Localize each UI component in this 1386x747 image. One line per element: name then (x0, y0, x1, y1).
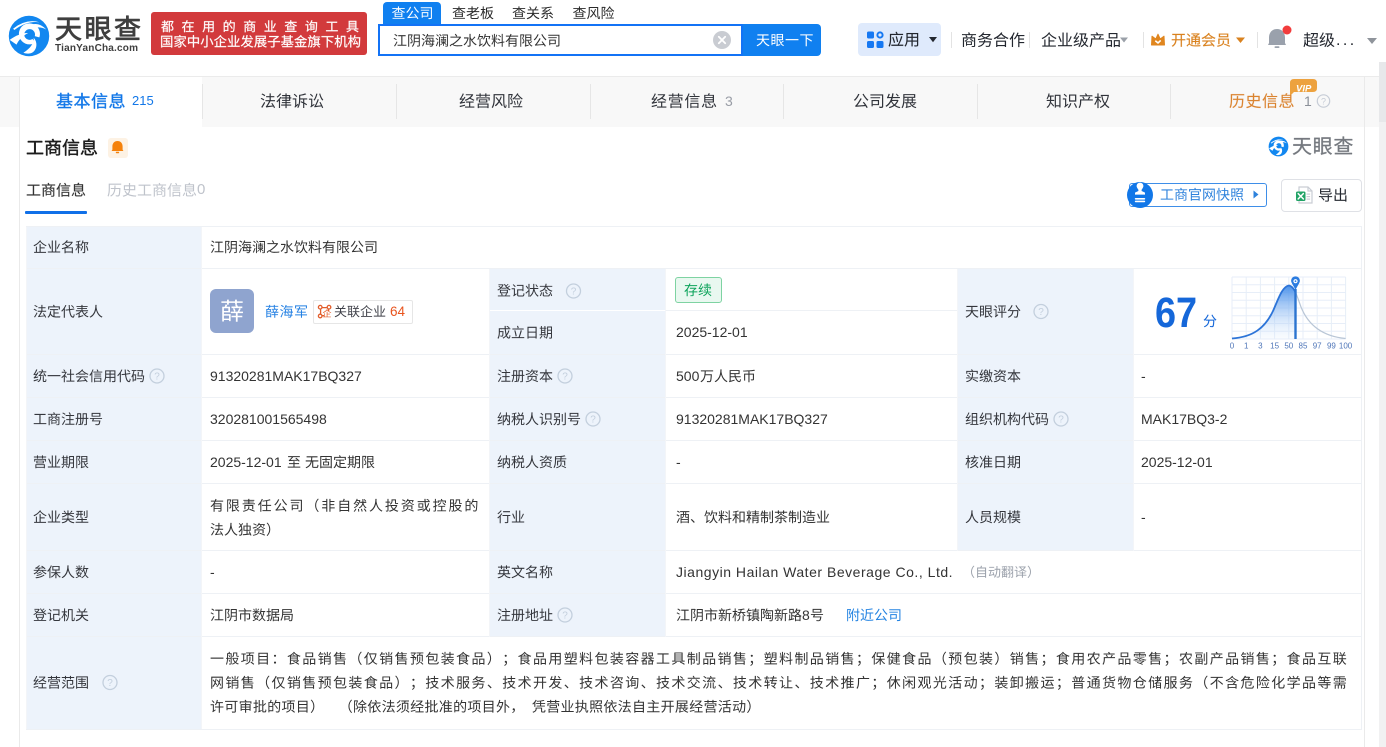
svg-text:97: 97 (1313, 342, 1322, 351)
svg-text:99: 99 (1327, 342, 1336, 351)
svg-text:15: 15 (1270, 342, 1279, 351)
svg-text:85: 85 (1299, 342, 1308, 351)
svg-text:1: 1 (1244, 342, 1249, 351)
svg-text:100: 100 (1339, 342, 1353, 351)
svg-text:3: 3 (1258, 342, 1263, 351)
svg-text:50: 50 (1284, 342, 1293, 351)
svg-text:0: 0 (1230, 342, 1235, 351)
